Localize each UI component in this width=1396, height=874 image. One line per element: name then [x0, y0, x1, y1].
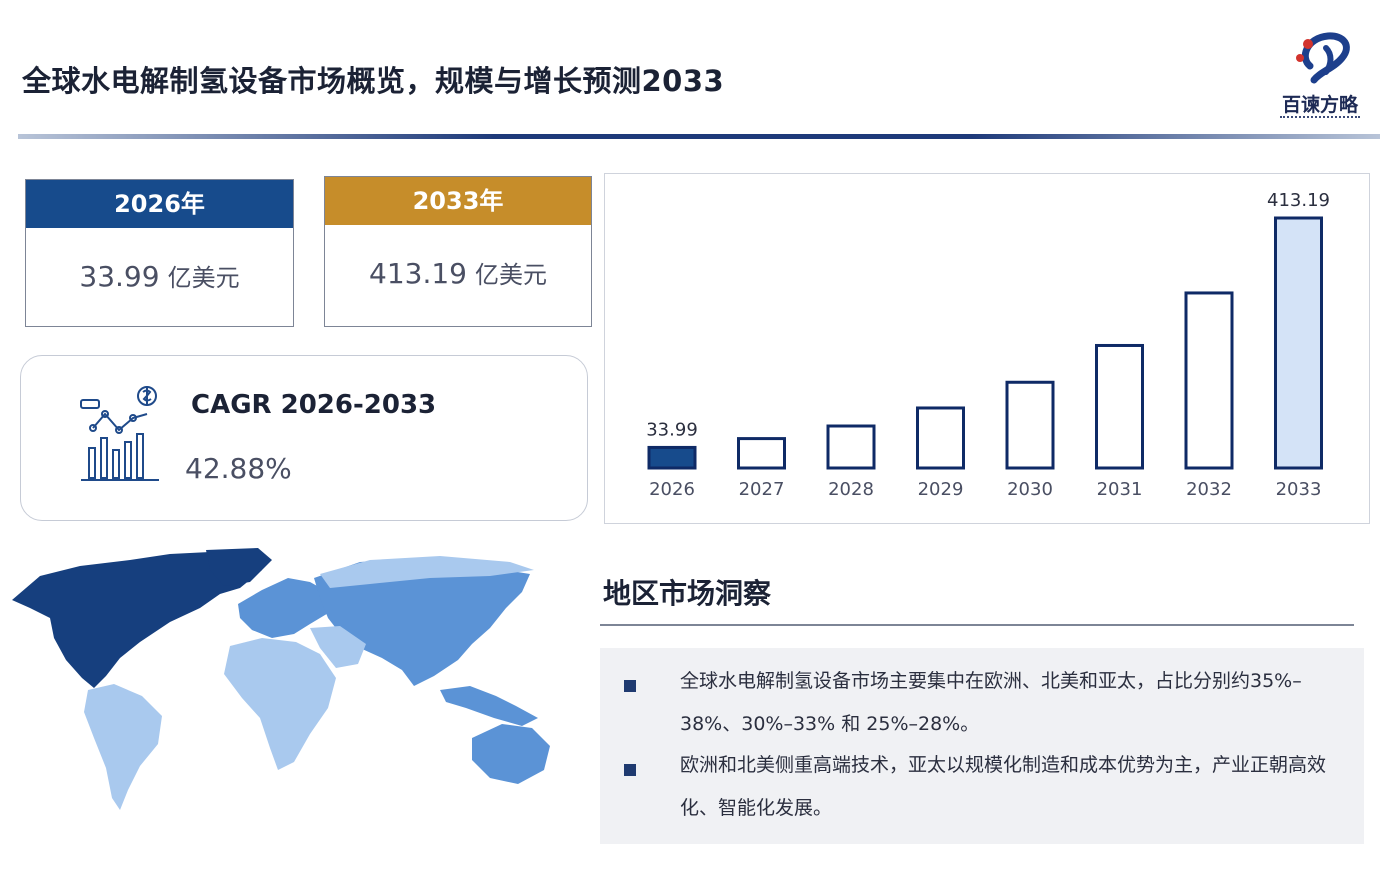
- region-title: 地区市场洞察: [603, 577, 772, 610]
- bar-2032: [1184, 291, 1234, 470]
- region-divider: [600, 624, 1354, 626]
- kpi-card-2026: 2026年 33.99 亿美元: [25, 179, 294, 327]
- bar-chart-svg: 2026 33.99 2027 2028 2029 2030 2031 2032 2033 413…: [646, 190, 1330, 500]
- bar-2029: [916, 406, 965, 470]
- kpi-value-row: 413.19 亿美元: [325, 225, 591, 290]
- map-australia: [472, 724, 550, 784]
- bar-2033: [1274, 216, 1323, 470]
- logo-text: 百谏方略: [1281, 94, 1358, 116]
- header-divider: [18, 134, 1380, 139]
- x-tick-label: 2030: [1007, 479, 1053, 500]
- kpi-card-2033: 2033年 413.19 亿美元: [324, 176, 592, 327]
- cagr-value: 42.88%: [185, 452, 292, 485]
- map-africa: [224, 638, 336, 770]
- region-insights: 全球水电解制氢设备市场主要集中在欧洲、北美和亚太，占比分别约35%–38%、30…: [600, 648, 1364, 844]
- x-tick-label: 2031: [1097, 479, 1143, 500]
- map-south-america: [84, 684, 162, 810]
- kpi-value-row: 33.99 亿美元: [26, 228, 293, 293]
- map-southeast-asia: [440, 686, 538, 726]
- x-tick-label: 2032: [1186, 479, 1232, 500]
- x-tick-label: 2026: [649, 479, 695, 500]
- world-map-icon: [12, 548, 550, 810]
- data-label: 413.19: [1267, 190, 1330, 211]
- market-size-bar-chart: 2026 33.99 2027 2028 2029 2030 2031 2032 2033 413…: [604, 173, 1370, 524]
- page-title: 全球水电解制氢设备市场概览，规模与增长预测2033: [22, 64, 725, 98]
- bullet-square-icon: [624, 764, 636, 776]
- x-tick-label: 2033: [1276, 479, 1322, 500]
- bar-2028: [826, 424, 876, 470]
- kpi-unit: 亿美元: [474, 261, 547, 289]
- logo-tagline: [1280, 116, 1360, 121]
- cagr-card: CAGR 2026-2033 42.88%: [20, 355, 588, 521]
- bar-2031: [1095, 343, 1144, 470]
- kpi-unit: 亿美元: [167, 264, 240, 292]
- x-tick-label: 2029: [918, 479, 964, 500]
- kpi-value: 413.19: [369, 257, 467, 290]
- bar-2026: [647, 445, 697, 470]
- company-logo: 百谏方略: [1270, 28, 1370, 123]
- insight-text: 欧洲和北美侧重高端技术，亚太以规模化制造和成本优势为主，产业正朝高效化、智能化发…: [680, 754, 1327, 819]
- cagr-label: CAGR 2026-2033: [191, 390, 437, 420]
- kpi-value: 33.99: [79, 260, 160, 293]
- growth-chart-icon: [80, 386, 159, 481]
- x-tick-label: 2027: [739, 479, 785, 500]
- kpi-year-label: 2026年: [26, 180, 293, 228]
- bar-2030: [1005, 380, 1055, 470]
- data-label: 33.99: [646, 419, 698, 440]
- logo-mark-icon: [1296, 32, 1350, 84]
- bar-2027: [737, 437, 786, 470]
- kpi-year-label: 2033年: [325, 177, 591, 225]
- bullet-square-icon: [624, 680, 636, 692]
- insight-text: 全球水电解制氢设备市场主要集中在欧洲、北美和亚太，占比分别约35%–38%、30…: [680, 670, 1302, 735]
- x-tick-label: 2028: [828, 479, 874, 500]
